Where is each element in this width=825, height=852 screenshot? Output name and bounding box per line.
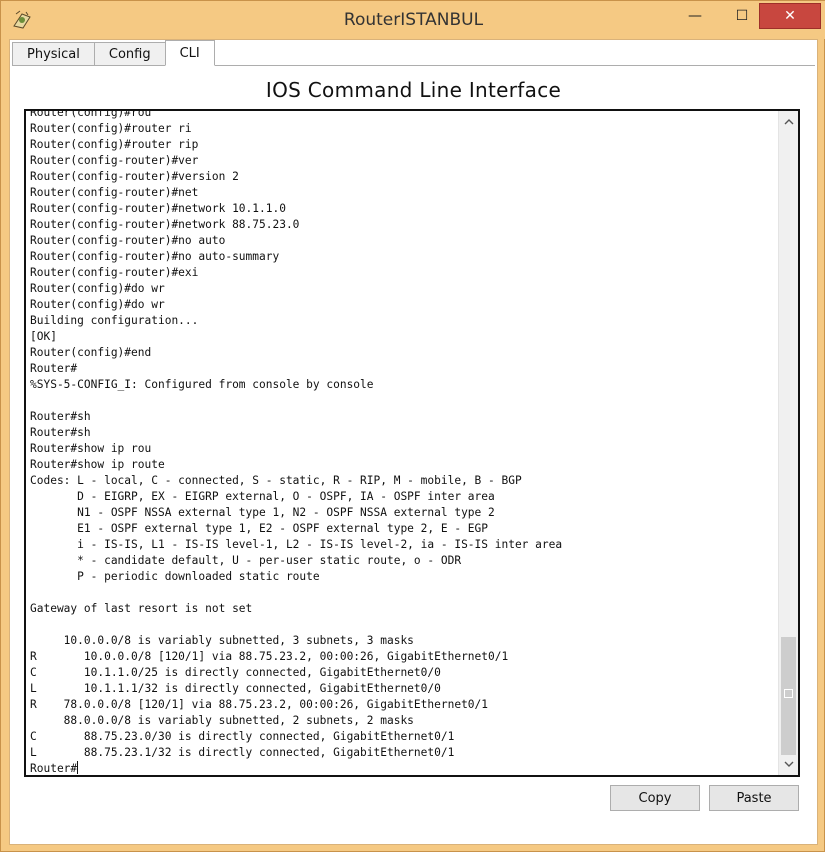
tab-physical[interactable]: Physical xyxy=(12,42,95,66)
chevron-down-icon[interactable] xyxy=(779,755,798,773)
title-bar[interactable]: RouterISTANBUL — ☐ ✕ xyxy=(1,1,825,39)
terminal-line: 88.0.0.0/8 is variably subnetted, 2 subn… xyxy=(30,714,414,727)
tab-config[interactable]: Config xyxy=(93,42,166,66)
maximize-button[interactable]: ☐ xyxy=(720,3,764,29)
terminal-prompt: Router# xyxy=(30,762,78,775)
terminal-line: Router(config)#rou xyxy=(30,109,152,119)
terminal-line: Router(config)#router ri xyxy=(30,122,192,135)
terminal-line: Router(config)#router rip xyxy=(30,138,199,151)
terminal-line: Router(config)#do wr xyxy=(30,298,165,311)
panel-heading: IOS Command Line Interface xyxy=(265,78,562,102)
terminal-line: Router#sh xyxy=(30,410,91,423)
terminal-line: Router#show ip rou xyxy=(30,442,152,455)
close-icon: ✕ xyxy=(784,8,796,24)
terminal-output[interactable]: Router(config)#rou Router(config)#router … xyxy=(30,109,778,775)
terminal-line: Router(config-router)#exi xyxy=(30,266,199,279)
terminal-line: [OK] xyxy=(30,330,57,343)
terminal-line: * - candidate default, U - per-user stat… xyxy=(30,554,462,567)
cli-terminal[interactable]: Router(config)#rou Router(config)#router … xyxy=(24,109,800,777)
terminal-line: P - periodic downloaded static route xyxy=(30,570,320,583)
scroll-thumb[interactable] xyxy=(781,637,796,755)
terminal-line: i - IS-IS, L1 - IS-IS level-1, L2 - IS-I… xyxy=(30,538,563,551)
terminal-actions: Copy Paste xyxy=(610,785,799,811)
terminal-line: Router(config)#end xyxy=(30,346,152,359)
minimize-icon: — xyxy=(688,8,702,24)
copy-button[interactable]: Copy xyxy=(610,785,700,811)
client-area: Physical Config CLI IOS Command Line Int… xyxy=(9,39,818,845)
terminal-line: 10.0.0.0/8 is variably subnetted, 3 subn… xyxy=(30,634,414,647)
terminal-line: %SYS-5-CONFIG_I: Configured from console… xyxy=(30,378,374,391)
terminal-line: Router#show ip route xyxy=(30,458,165,471)
terminal-line: Router(config-router)#network 88.75.23.0 xyxy=(30,218,300,231)
terminal-line: Router(config-router)#no auto xyxy=(30,234,226,247)
app-window: RouterISTANBUL — ☐ ✕ Physical Config CLI… xyxy=(0,0,825,852)
terminal-line: Codes: L - local, C - connected, S - sta… xyxy=(30,474,522,487)
terminal-line: Router(config-router)#version 2 xyxy=(30,170,239,183)
terminal-line: C 88.75.23.0/30 is directly connected, G… xyxy=(30,730,455,743)
terminal-line: L 88.75.23.1/32 is directly connected, G… xyxy=(30,746,455,759)
chevron-up-icon[interactable] xyxy=(779,113,798,131)
terminal-line: Gateway of last resort is not set xyxy=(30,602,253,615)
terminal-prompt-line[interactable]: Router# xyxy=(30,761,778,775)
terminal-line: Router(config-router)#network 10.1.1.0 xyxy=(30,202,286,215)
tab-cli[interactable]: CLI xyxy=(164,40,215,66)
terminal-line: R 10.0.0.0/8 [120/1] via 88.75.23.2, 00:… xyxy=(30,650,509,663)
scroll-grip xyxy=(784,689,793,698)
terminal-line: D - EIGRP, EX - EIGRP external, O - OSPF… xyxy=(30,490,495,503)
terminal-line: R 78.0.0.0/8 [120/1] via 88.75.23.2, 00:… xyxy=(30,698,489,711)
close-button[interactable]: ✕ xyxy=(759,3,821,29)
terminal-scrollbar[interactable] xyxy=(778,111,798,775)
terminal-line: Router# xyxy=(30,362,78,375)
terminal-line: Router(config-router)#net xyxy=(30,186,199,199)
terminal-line: Router(config-router)#no auto-summary xyxy=(30,250,280,263)
text-cursor xyxy=(77,761,79,774)
terminal-line: L 10.1.1.1/32 is directly connected, Gig… xyxy=(30,682,441,695)
terminal-line: Router(config)#do wr xyxy=(30,282,165,295)
maximize-icon: ☐ xyxy=(735,8,749,24)
terminal-line: Router#sh xyxy=(30,426,91,439)
tab-bar: Physical Config CLI xyxy=(12,40,215,66)
paste-button[interactable]: Paste xyxy=(709,785,799,811)
minimize-button[interactable]: — xyxy=(673,3,717,29)
terminal-line: N1 - OSPF NSSA external type 1, N2 - OSP… xyxy=(30,506,495,519)
terminal-line: Router(config-router)#ver xyxy=(30,154,199,167)
terminal-line: E1 - OSPF external type 1, E2 - OSPF ext… xyxy=(30,522,489,535)
terminal-line: C 10.1.1.0/25 is directly connected, Gig… xyxy=(30,666,441,679)
terminal-line: Building configuration... xyxy=(30,314,199,327)
